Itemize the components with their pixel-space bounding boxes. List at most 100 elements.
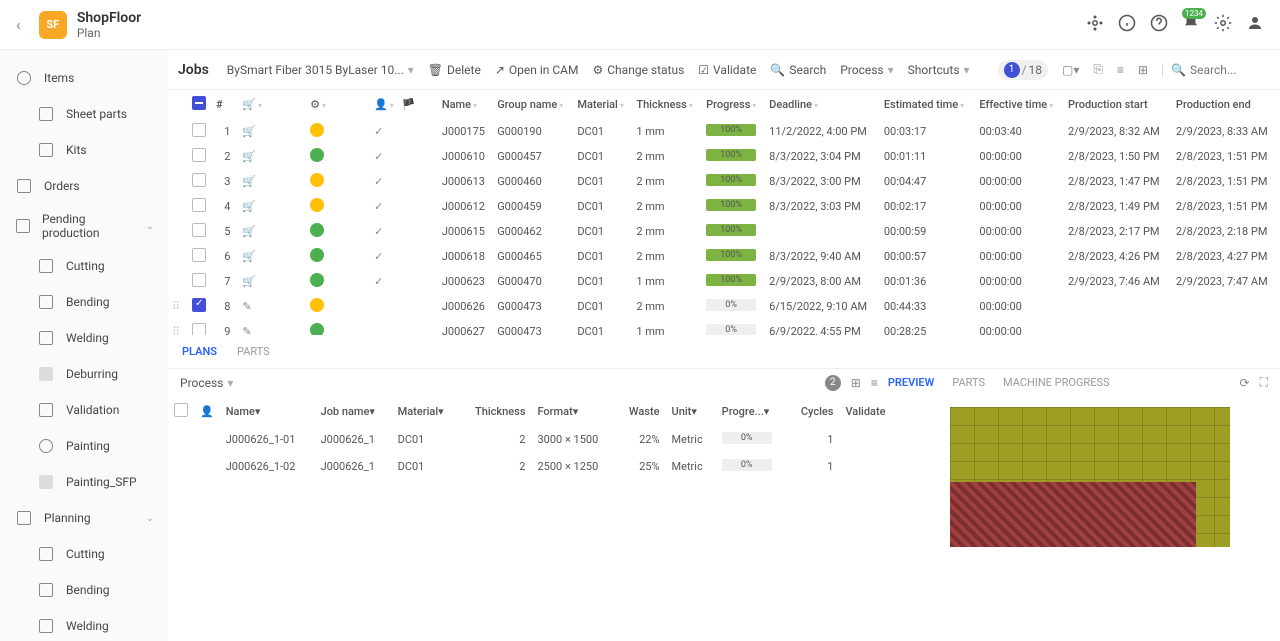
col-status[interactable]: ⚙▾ bbox=[306, 90, 330, 119]
row-checkbox[interactable] bbox=[192, 323, 206, 335]
detail-col-unit[interactable]: Unit▾ bbox=[666, 397, 716, 426]
col-prodend[interactable]: Production end bbox=[1172, 90, 1280, 119]
search-box[interactable]: 🔍 bbox=[1162, 63, 1270, 77]
grid-icon[interactable]: ⊞ bbox=[1138, 63, 1148, 77]
validate-button[interactable]: ☑Validate bbox=[698, 63, 756, 77]
table-row[interactable]: 1🛒✓J000175G000190DC011 mm100%11/2/2022, … bbox=[168, 119, 1280, 144]
col-material[interactable]: Material▾ bbox=[573, 90, 632, 119]
col-group[interactable]: Group name▾ bbox=[493, 90, 573, 119]
row-checkbox[interactable] bbox=[192, 223, 206, 237]
table-row[interactable]: 6🛒✓J000618G000465DC012 mm100%8/3/2022, 9… bbox=[168, 244, 1280, 269]
change-status-button[interactable]: ⚙Change status bbox=[592, 63, 684, 77]
tab-machine-progress[interactable]: MACHINE PROGRESS bbox=[1003, 376, 1110, 389]
col-thickness[interactable]: Thickness▾ bbox=[632, 90, 702, 119]
detail-col-waste[interactable]: Waste bbox=[616, 397, 666, 426]
search-button[interactable]: 🔍Search bbox=[770, 63, 826, 77]
select-label: Process bbox=[180, 376, 223, 390]
col-deadline[interactable]: Deadline▾ bbox=[765, 90, 880, 119]
row-checkbox[interactable] bbox=[192, 173, 206, 187]
back-icon[interactable]: ‹ bbox=[16, 15, 21, 34]
table-row[interactable]: 2🛒✓J000610G000457DC012 mm100%8/3/2022, 3… bbox=[168, 144, 1280, 169]
row-checkbox[interactable] bbox=[192, 148, 206, 162]
detail-col-cycles[interactable]: Cycles bbox=[788, 397, 840, 426]
table-row[interactable]: 4🛒✓J000612G000459DC012 mm100%8/3/2022, 3… bbox=[168, 194, 1280, 219]
table-row[interactable]: ⠿8✎J000626G000473DC012 mm0%6/15/2022, 9:… bbox=[168, 294, 1280, 319]
help-icon[interactable] bbox=[1150, 14, 1168, 35]
col-check[interactable]: 👤▾ bbox=[370, 90, 398, 119]
sidebar-item-validation[interactable]: Validation bbox=[0, 392, 168, 428]
tab-preview[interactable]: PREVIEW bbox=[888, 376, 934, 389]
detail-icon-2[interactable]: ≡ bbox=[871, 376, 878, 390]
sidebar-item-kits[interactable]: Kits bbox=[0, 132, 168, 168]
user-icon[interactable] bbox=[1246, 14, 1264, 35]
detail-table[interactable]: 👤 Name▾ Job name▾ Material▾ Thickness Fo… bbox=[168, 397, 900, 641]
sidebar-item-planning[interactable]: Planning⌄ bbox=[0, 500, 168, 536]
delete-button[interactable]: 🗑Delete bbox=[428, 63, 481, 77]
table-row[interactable]: 7🛒✓J000623G000470DC011 mm100%2/9/2023, 8… bbox=[168, 269, 1280, 294]
col-progress[interactable]: Progress▾ bbox=[702, 90, 765, 119]
tab-parts[interactable]: PARTS bbox=[235, 341, 272, 362]
sidebar-item-bending[interactable]: Bending bbox=[0, 284, 168, 320]
row-checkbox[interactable] bbox=[192, 298, 206, 312]
col-effective[interactable]: Effective time▾ bbox=[975, 90, 1064, 119]
detail-col-icon[interactable]: 👤 bbox=[194, 397, 220, 426]
refresh-icon[interactable]: ⟳ bbox=[1240, 376, 1250, 390]
sidebar-item-painting[interactable]: Painting bbox=[0, 428, 168, 464]
columns-icon[interactable]: ≡ bbox=[1117, 63, 1124, 77]
sidebar-item-paintingsfp[interactable]: Painting_SFP bbox=[0, 464, 168, 500]
drag-handle[interactable]: ⠿ bbox=[172, 300, 180, 313]
col-prodstart[interactable]: Production start bbox=[1064, 90, 1172, 119]
detail-col-valid[interactable]: Validate bbox=[839, 397, 900, 426]
sidebar-item-deburring[interactable]: Deburring bbox=[0, 356, 168, 392]
tab-plans[interactable]: PLANS bbox=[180, 341, 219, 362]
col-name[interactable]: Name▾ bbox=[438, 90, 493, 119]
col-num[interactable]: # bbox=[212, 90, 238, 119]
add-icon[interactable]: ▢▾ bbox=[1062, 63, 1079, 77]
table-row[interactable]: 5🛒✓J000615G000462DC012 mm100%00:00:5900:… bbox=[168, 219, 1280, 244]
machine-select[interactable]: BySmart Fiber 3015 ByLaser 10...▾ bbox=[227, 63, 414, 77]
row-checkbox[interactable] bbox=[192, 123, 206, 137]
drag-handle[interactable]: ⠿ bbox=[172, 325, 180, 335]
export-icon[interactable]: ⎘ bbox=[1093, 62, 1103, 77]
table-row[interactable]: J000626_1-01J000626_1DC0123000 × 150022%… bbox=[168, 426, 900, 453]
notification-icon[interactable]: 1234 bbox=[1182, 14, 1200, 35]
shortcuts-select[interactable]: Shortcuts▾ bbox=[908, 63, 970, 77]
row-checkbox[interactable] bbox=[192, 198, 206, 212]
detail-col-job[interactable]: Job name▾ bbox=[315, 397, 392, 426]
sidebar-item-pending[interactable]: Pending production⌄ bbox=[0, 204, 168, 248]
col-estimated[interactable]: Estimated time▾ bbox=[880, 90, 976, 119]
expand-icon[interactable]: ⛶ bbox=[1260, 375, 1268, 390]
detail-col-mat[interactable]: Material▾ bbox=[392, 397, 459, 426]
detail-col-fmt[interactable]: Format▾ bbox=[531, 397, 616, 426]
detail-col-th[interactable]: Thickness bbox=[459, 397, 531, 426]
sidebar-item-orders[interactable]: Orders bbox=[0, 168, 168, 204]
sidebar-item-cutting-2[interactable]: Cutting bbox=[0, 536, 168, 572]
tab-parts-right[interactable]: PARTS bbox=[952, 376, 985, 389]
row-checkbox[interactable] bbox=[192, 273, 206, 287]
info-icon[interactable] bbox=[1118, 14, 1136, 35]
col-flag[interactable]: 🏴 bbox=[398, 90, 438, 119]
row-checkbox[interactable] bbox=[192, 248, 206, 262]
process-select[interactable]: Process▾ bbox=[840, 63, 893, 77]
sidebar-item-sheetparts[interactable]: Sheet parts bbox=[0, 96, 168, 132]
table-row[interactable]: J000626_1-02J000626_1DC0122500 × 125025%… bbox=[168, 453, 900, 480]
detail-icon-1[interactable]: ⊞ bbox=[851, 376, 861, 390]
sidebar-item-welding[interactable]: Welding bbox=[0, 320, 168, 356]
sidebar-item-welding-2[interactable]: Welding bbox=[0, 608, 168, 641]
sidebar-item-bending-2[interactable]: Bending bbox=[0, 572, 168, 608]
table-row[interactable]: ⠿9✎J000627G000473DC011 mm0%6/9/2022, 4:5… bbox=[168, 319, 1280, 335]
sidebar-item-cutting[interactable]: Cutting bbox=[0, 248, 168, 284]
jobs-table[interactable]: # 🛒▾ ⚙▾ 👤▾ 🏴 Name▾ Group name▾ Material▾… bbox=[168, 90, 1280, 335]
detail-process-select[interactable]: Process▾ bbox=[180, 376, 233, 390]
detail-col-prog[interactable]: Progre...▾ bbox=[716, 397, 788, 426]
detail-select-all[interactable] bbox=[174, 403, 188, 417]
select-all-checkbox[interactable] bbox=[192, 96, 206, 110]
table-row[interactable]: 3🛒✓J000613G000460DC012 mm100%8/3/2022, 3… bbox=[168, 169, 1280, 194]
settings-dots-icon[interactable] bbox=[1086, 14, 1104, 35]
detail-col-name[interactable]: Name▾ bbox=[220, 397, 315, 426]
sidebar-item-items[interactable]: Items bbox=[0, 60, 168, 96]
open-cam-button[interactable]: ↗Open in CAM bbox=[495, 63, 579, 77]
search-input[interactable] bbox=[1190, 63, 1270, 77]
gear-icon[interactable] bbox=[1214, 14, 1232, 35]
col-cart[interactable]: 🛒▾ bbox=[238, 90, 266, 119]
